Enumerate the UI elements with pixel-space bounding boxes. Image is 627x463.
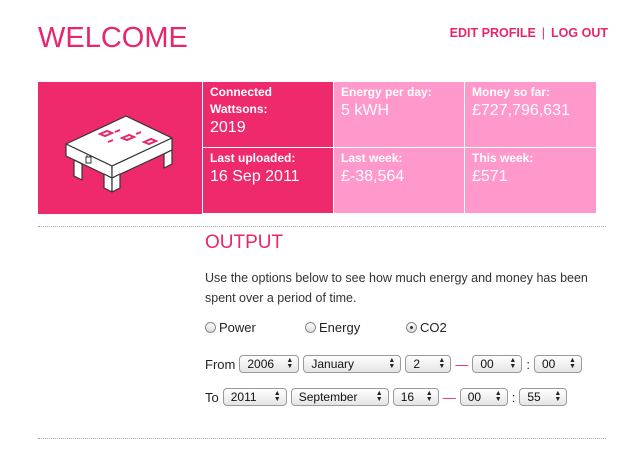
from-minute-value: 00 — [541, 357, 556, 371]
account-links: EDIT PROFILE | LOG OUT — [450, 26, 608, 40]
time-colon: : — [511, 389, 516, 405]
select-arrows-icon: ▲ ▼ — [509, 357, 517, 370]
connected-wattsons-label: Connected Wattsons: — [210, 85, 273, 116]
to-year-value: 2011 — [230, 390, 257, 404]
last-week-value: £-38,564 — [341, 168, 405, 185]
to-day-select[interactable]: 16 ▲ ▼ — [392, 388, 439, 406]
money-so-far-value: £727,796,631 — [472, 102, 570, 119]
energy-per-day-label: Energy per day: — [341, 85, 432, 99]
to-hour-select[interactable]: 00 ▲ ▼ — [459, 388, 508, 406]
output-description: Use the options below to see how much en… — [205, 271, 588, 305]
stats-panel: Connected Wattsons: 2019 Last uploaded: … — [38, 82, 597, 214]
last-uploaded-value: 16 Sep 2011 — [210, 168, 300, 185]
to-day-value: 16 — [400, 390, 415, 404]
co2-radio-label: CO2 — [420, 320, 447, 335]
page-title: WELCOME — [38, 22, 188, 54]
this-week-label: This week: — [472, 151, 534, 165]
from-label: From — [205, 356, 236, 372]
from-month-value: January — [311, 357, 355, 371]
to-label: To — [205, 389, 219, 405]
energy-per-day-value: 5 kWH — [341, 102, 389, 119]
co2-radio[interactable]: CO2 — [406, 320, 447, 335]
power-radio[interactable]: Power — [205, 320, 305, 335]
select-arrows-icon: ▲ ▼ — [273, 390, 281, 403]
divider — [38, 438, 606, 439]
power-radio-circle[interactable] — [205, 322, 216, 333]
co2-radio-circle[interactable] — [406, 322, 417, 333]
connected-wattsons-value: 2019 — [210, 119, 246, 136]
from-day-value: 2 — [413, 357, 421, 371]
to-date-row: To 2011 ▲ ▼ September ▲ ▼ 16 ▲ ▼ — 00 ▲ ▼ : … — [205, 388, 571, 406]
energy-radio-circle[interactable] — [305, 322, 316, 333]
from-date-row: From 2006 ▲ ▼ January ▲ ▼ 2 ▲ ▼ — 00 ▲ ▼ : 0… — [205, 355, 586, 373]
select-arrows-icon: ▲ ▼ — [438, 357, 446, 370]
select-arrows-icon: ▲ ▼ — [388, 357, 396, 370]
power-radio-label: Power — [219, 320, 256, 335]
select-arrows-icon: ▲ ▼ — [569, 357, 576, 370]
last-week-label: Last week: — [341, 151, 403, 165]
money-so-far-tile: Money so far: £727,796,631 — [465, 82, 596, 148]
log-out-link[interactable]: LOG OUT — [551, 26, 608, 40]
last-uploaded-tile: Last uploaded: 16 Sep 2011 — [203, 148, 334, 214]
wattson-device-icon — [65, 115, 173, 193]
select-arrows-icon: ▲ ▼ — [286, 357, 294, 370]
divider — [38, 226, 606, 227]
time-colon: : — [526, 356, 530, 372]
stats-column-2: Energy per day: 5 kWH Last week: £-38,56… — [334, 82, 465, 214]
to-hour-value: 00 — [467, 390, 482, 404]
energy-radio[interactable]: Energy — [305, 320, 406, 335]
energy-radio-label: Energy — [319, 320, 361, 335]
from-year-value: 2006 — [247, 357, 275, 371]
stats-column-3: Money so far: £727,796,631 This week: £5… — [465, 82, 596, 214]
to-year-select[interactable]: 2011 ▲ ▼ — [222, 388, 287, 406]
to-month-value: September — [298, 390, 358, 404]
select-arrows-icon: ▲ ▼ — [554, 390, 562, 403]
select-arrows-icon: ▲ ▼ — [425, 390, 433, 403]
to-month-select[interactable]: September ▲ ▼ — [290, 388, 389, 406]
select-arrows-icon: ▲ ▼ — [494, 390, 502, 403]
output-heading: OUTPUT — [205, 232, 284, 253]
from-year-select[interactable]: 2006 ▲ ▼ — [239, 355, 300, 373]
from-minute-select[interactable]: 00 ▲ ▼ — [533, 355, 582, 373]
from-month-select[interactable]: January ▲ ▼ — [303, 355, 402, 373]
from-day-select[interactable]: 2 ▲ ▼ — [405, 355, 452, 373]
date-time-dash: — — [455, 356, 469, 372]
output-section: OUTPUT Use the options below to see how … — [205, 232, 605, 335]
last-week-tile: Last week: £-38,564 — [334, 148, 465, 214]
date-time-dash: — — [442, 389, 456, 405]
this-week-tile: This week: £571 — [465, 148, 596, 214]
from-hour-value: 00 — [480, 357, 494, 371]
from-hour-select[interactable]: 00 ▲ ▼ — [472, 355, 523, 373]
last-uploaded-label: Last uploaded: — [210, 151, 296, 165]
energy-per-day-tile: Energy per day: 5 kWH — [334, 82, 465, 148]
connected-wattsons-tile: Connected Wattsons: 2019 — [203, 82, 334, 148]
to-minute-select[interactable]: 55 ▲ ▼ — [519, 388, 568, 406]
stats-column-1: Connected Wattsons: 2019 Last uploaded: … — [203, 82, 334, 214]
output-type-radio-group: Power Energy CO2 — [205, 320, 605, 335]
to-minute-value: 55 — [527, 390, 541, 404]
this-week-value: £571 — [472, 168, 508, 185]
link-separator: | — [541, 26, 546, 40]
select-arrows-icon: ▲ ▼ — [375, 390, 383, 403]
wattson-device-image — [38, 82, 203, 214]
money-so-far-label: Money so far: — [472, 85, 551, 99]
edit-profile-link[interactable]: EDIT PROFILE — [450, 26, 536, 40]
